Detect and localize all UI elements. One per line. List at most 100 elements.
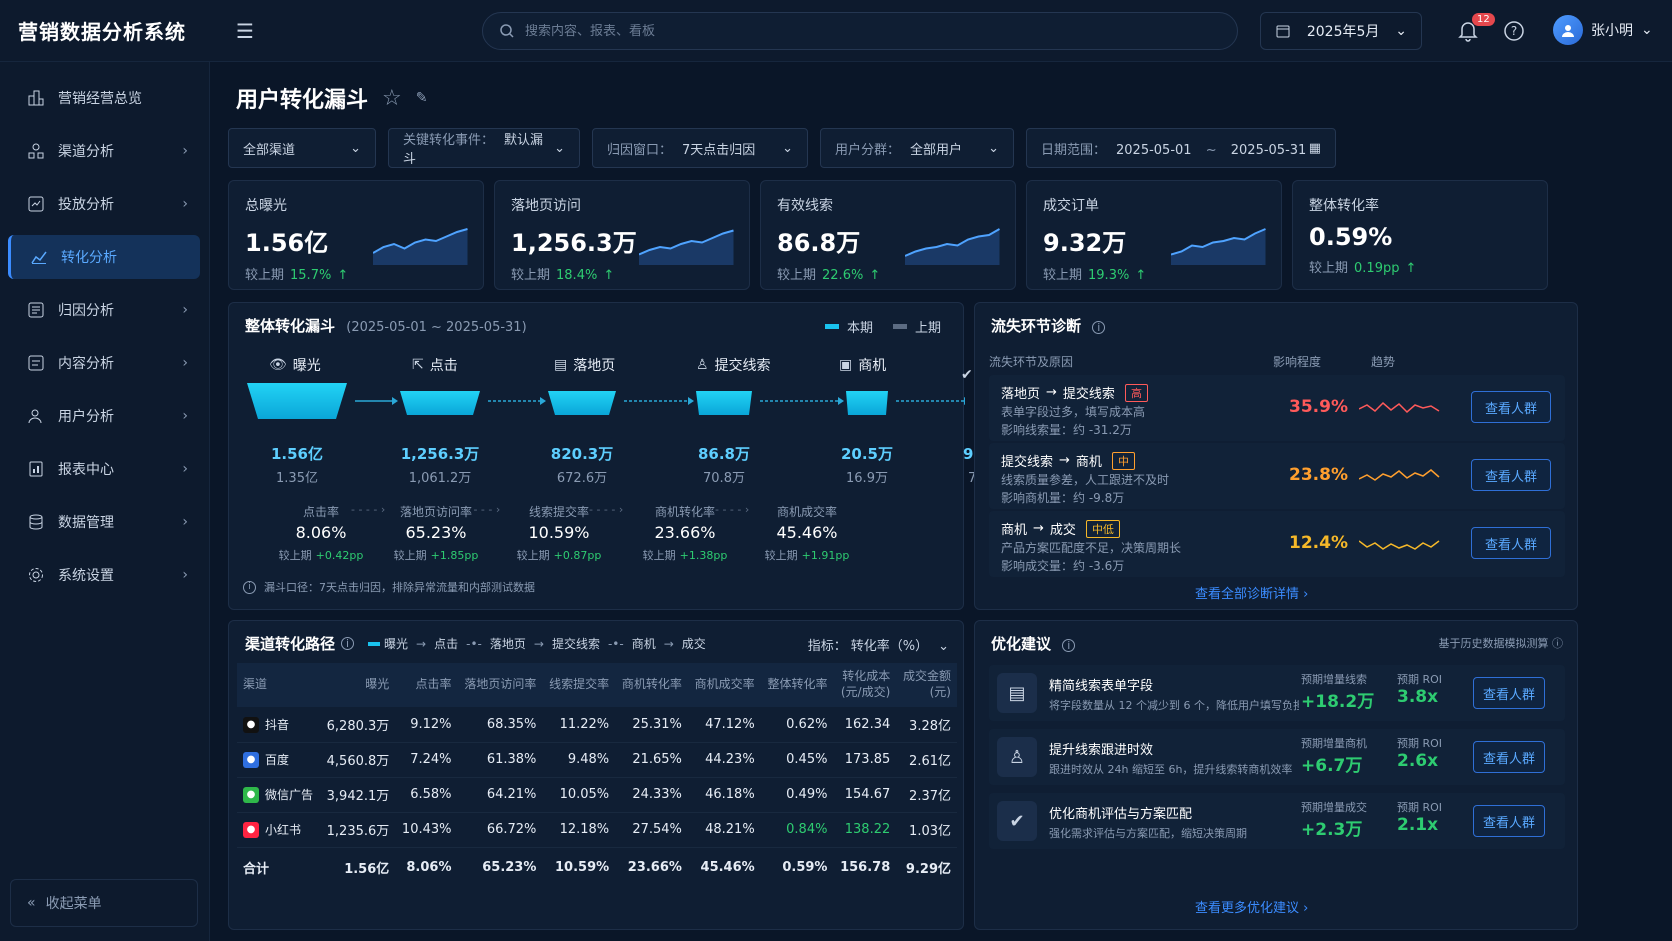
diagnosis-reason: 表单字段过多，填写成本高: [1001, 405, 1146, 419]
briefcase-icon: ▣: [839, 357, 853, 373]
table-row[interactable]: ● 百度 4,560.8万 7.24% 61.38% 9.48% 21.65% 44.23% 0…: [237, 742, 957, 778]
diagnosis-row: 商机 → 成交 中低 产品方案匹配度不足，决策周期长 影响成交量：约 -3.6万 12.4%…: [989, 511, 1565, 577]
chevron-right-icon: ›: [182, 514, 188, 530]
optimize-title-text: 优化建议: [991, 635, 1052, 653]
view-all-diagnosis-link[interactable]: 查看全部诊断详情 ›: [1195, 583, 1308, 602]
kpi-card[interactable]: 总曝光 1.56亿 较上期 15.7% ↑: [228, 180, 484, 290]
arrow-right-icon: →: [663, 636, 674, 651]
chevron-right-icon: ›: [182, 567, 188, 583]
sidebar-item-channel[interactable]: 渠道分析 ›: [8, 129, 200, 173]
total-label: 合计: [243, 861, 270, 877]
view-audience-button[interactable]: 查看人群: [1471, 391, 1551, 423]
sidebar-item-ad[interactable]: 投放分析 ›: [8, 182, 200, 226]
kpi-compare: 较上期 15.7% ↑: [245, 264, 467, 283]
date-start: 2025-05-01: [1116, 142, 1192, 158]
search-input[interactable]: [525, 23, 1125, 39]
view-more-suggestions-link[interactable]: 查看更多优化建议 ›: [1195, 897, 1308, 916]
kpi-title: 成交订单: [1043, 198, 1099, 214]
window-filter[interactable]: 归因窗口： 7天点击归因 ⌄: [592, 128, 808, 168]
view-audience-button[interactable]: 查看人群: [1471, 527, 1551, 559]
sidebar-item-attribution[interactable]: 归因分析 ›: [8, 288, 200, 332]
event-filter-label: 关键转化事件：: [403, 133, 495, 148]
rate-label: 商机成交率: [776, 505, 837, 519]
chevron-right-icon: ›: [1303, 587, 1309, 602]
diagnosis-impact: 影响线索量：约 -31.2万: [1001, 423, 1132, 437]
table-cell: 6.58%: [395, 777, 458, 813]
kpi-card[interactable]: 整体转化率 0.59% 较上期 0.19pp ↑: [1292, 180, 1548, 290]
sidebar-item-overview[interactable]: 营销经营总览: [8, 76, 200, 120]
sidebar-item-content[interactable]: 内容分析 ›: [8, 341, 200, 385]
search-box[interactable]: [482, 12, 1238, 50]
baidu-icon: ●: [243, 752, 259, 769]
chevron-down-icon: ⌄: [988, 140, 999, 156]
funnel-legend: 本期 上期: [824, 317, 941, 336]
table-cell: 156.78: [840, 859, 891, 875]
funnel-panel: 整体转化漏斗 (2025-05-01 ~ 2025-05-31) 本期 上期 👁…: [228, 302, 1015, 610]
view-audience-button[interactable]: 查看人群: [1471, 459, 1551, 491]
sidebar-item-conversion[interactable]: 转化分析: [8, 235, 200, 279]
diagnosis-path: 商机 → 成交 中低: [1001, 519, 1120, 538]
date-range-filter[interactable]: 日期范围： 2025-05-01 ~ 2025-05-31 ▦: [1026, 128, 1336, 168]
star-icon[interactable]: ☆: [382, 86, 402, 111]
view-audience-label: 查看人群: [1484, 401, 1537, 417]
diagnosis-to: 商机: [1075, 455, 1102, 470]
kpi-compare-label: 较上期: [777, 268, 817, 283]
sidebar-item-label: 归因分析: [58, 303, 114, 319]
kpi-card[interactable]: 有效线索 86.8万 较上期 22.6% ↑: [760, 180, 1016, 290]
arrow-right-icon: →: [1033, 521, 1044, 536]
table-cell: 0.59%: [782, 859, 828, 875]
info-icon: i: [341, 637, 355, 650]
view-audience-button[interactable]: 查看人群: [1473, 677, 1545, 709]
table-cell: 10.43%: [395, 812, 458, 848]
date-range-label: 日期范围：: [1041, 142, 1107, 158]
legend-line-icon: [368, 641, 381, 646]
path-step: 商机: [631, 637, 656, 651]
kpi-card[interactable]: 落地页访问 1,256.3万 较上期 18.4% ↑: [494, 180, 750, 290]
sidebar-item-database[interactable]: 数据管理 ›: [8, 500, 200, 544]
table-cell: 4,560.8万: [319, 742, 396, 778]
chevron-down-icon: ⌄: [938, 639, 949, 654]
kpi-title: 落地页访问: [511, 198, 581, 214]
funnel-range: (2025-05-01 ~ 2025-05-31): [346, 320, 527, 335]
metric-selector[interactable]: 指标： 转化率（%） ⌄: [808, 635, 949, 654]
kpi-value: 0.59%: [1309, 223, 1393, 251]
sidebar-item-report[interactable]: 报表中心 ›: [8, 447, 200, 491]
kpi-change: 22.6%: [822, 268, 864, 283]
funnel-stage-label: 👁 曝光: [269, 355, 321, 375]
sidebar-item-user[interactable]: 用户分析 ›: [8, 394, 200, 438]
roi-value: 2.1x: [1397, 815, 1439, 835]
table-cell: 154.67: [833, 777, 897, 813]
event-filter[interactable]: 关键转化事件： 默认漏斗 ⌄: [388, 128, 580, 168]
chevron-right-icon: ›: [182, 461, 188, 477]
table-row[interactable]: ● 微信广告 3,942.1万 6.58% 64.21% 10.05% 24.33% 46.1…: [237, 777, 957, 813]
table-row[interactable]: ● 小红书 1,235.6万 10.43% 66.72% 12.18% 27.54% 48.2…: [237, 812, 957, 848]
metric-label: 指标：: [807, 639, 847, 654]
view-audience-button[interactable]: 查看人群: [1473, 805, 1545, 837]
month-picker[interactable]: 2025年5月 ⌄: [1260, 12, 1422, 50]
diagnosis-impact: 影响商机量：约 -9.8万: [1001, 491, 1125, 505]
table-cell: 44.23%: [687, 742, 761, 778]
arrow-right-icon: →: [533, 636, 544, 651]
user-menu[interactable]: 张小明 ⌄: [1553, 15, 1653, 45]
funnel-stage-name: 提交线索: [714, 358, 771, 374]
table-cell: 64.21%: [457, 777, 543, 813]
table-cell: 9.29亿: [905, 861, 951, 877]
person-icon: ♙: [997, 737, 1037, 777]
view-audience-button[interactable]: 查看人群: [1473, 741, 1545, 773]
edit-icon[interactable]: ✎: [416, 90, 428, 106]
table-row[interactable]: ● 抖音 6,280.3万 9.12% 68.35% 11.22% 25.31% 47.12%…: [237, 707, 957, 743]
optimize-panel: 优化建议 i 基于历史数据模拟测算 ⓘ ▤ 精简线索表单字段 将字段数量从 12 个…: [974, 620, 1578, 930]
attribution-icon: [26, 300, 46, 320]
collapse-menu-button[interactable]: « 收起菜单: [10, 879, 198, 927]
view-audience-label: 查看人群: [1484, 537, 1537, 553]
kpi-change: 0.19pp: [1354, 261, 1400, 276]
menu-toggle-icon[interactable]: ☰: [230, 16, 260, 46]
legend-current: 本期: [846, 321, 873, 336]
kpi-card[interactable]: 成交订单 9.32万 较上期 19.3% ↑: [1026, 180, 1282, 290]
sidebar-item-settings[interactable]: 系统设置 ›: [8, 553, 200, 597]
arrow-right-icon: [964, 397, 965, 405]
segment-filter[interactable]: 用户分群： 全部用户 ⌄: [820, 128, 1014, 168]
help-icon[interactable]: ?: [1503, 20, 1525, 42]
channel-filter[interactable]: 全部渠道 ⌄: [228, 128, 376, 168]
channel-path-legend: 曝光 → 点击 -•- 落地页 → 提交线索 -•- 商机 → 成交: [368, 635, 706, 652]
